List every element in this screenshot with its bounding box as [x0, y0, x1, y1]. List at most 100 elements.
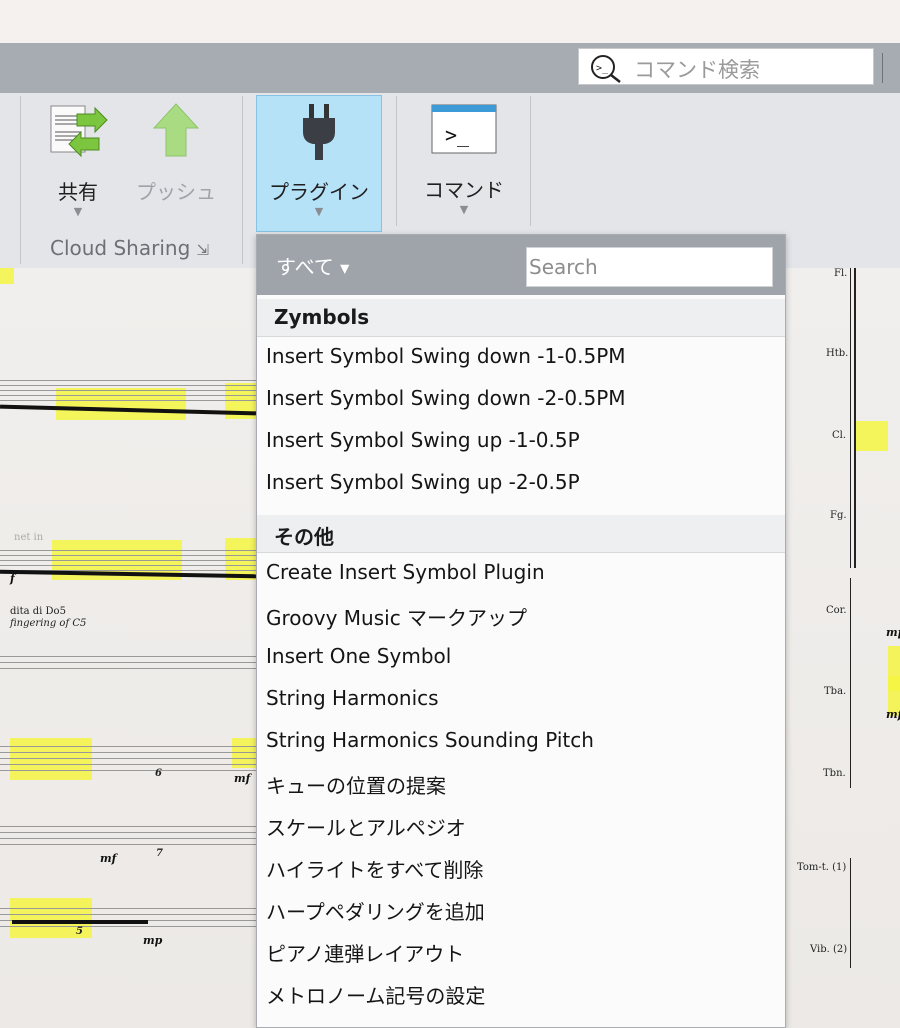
staff-line [0, 764, 256, 765]
staff-line [0, 746, 256, 747]
system-barline [850, 578, 851, 788]
score-highlight [56, 388, 186, 420]
staff-line [0, 926, 256, 927]
note-beam [12, 920, 148, 924]
staff-line [0, 380, 256, 381]
category-filter-label: すべて [276, 255, 334, 279]
section-header-other: その他 [257, 515, 785, 553]
menu-item[interactable]: Create Insert Symbol Plugin [266, 560, 545, 600]
dita-annotation: dita di Do5 [10, 606, 66, 617]
dynamic-mf: mf [234, 772, 251, 785]
section-title: Zymbols [274, 305, 370, 329]
push-button[interactable]: プッシュ [130, 100, 222, 205]
staff-line [0, 385, 256, 386]
menu-item[interactable]: キューの位置の提案 [266, 770, 446, 810]
score-highlight [855, 421, 888, 451]
section-header-zymbols: Zymbols [257, 299, 785, 337]
instrument-label: Cl. [832, 430, 847, 441]
menu-item[interactable]: スケールとアルペジオ [266, 812, 466, 852]
score-highlight [10, 738, 92, 780]
staff-line [0, 560, 256, 561]
staff-line [0, 400, 256, 401]
menu-item[interactable]: Insert Symbol Swing down -1-0.5PM [266, 344, 626, 384]
share-button[interactable]: 共有 ▼ [38, 100, 118, 218]
filter-caret-icon: ▼ [340, 261, 350, 276]
instrument-label: Vib. (2) [810, 944, 848, 955]
staff-line [0, 565, 256, 566]
cloud-sharing-group: Cloud Sharing ⇲ [50, 236, 209, 260]
dynamic-mf: mf [100, 852, 117, 865]
staff-line [0, 758, 256, 759]
plugins-dropdown-caret[interactable]: ▼ [256, 205, 382, 218]
staff-line [0, 390, 256, 391]
cloud-sharing-label: Cloud Sharing [50, 236, 191, 260]
staff-line [0, 832, 256, 833]
menu-item[interactable]: ハイライトをすべて削除 [266, 854, 483, 894]
instrument-label: Tom-t. (1) [797, 862, 847, 873]
push-label: プッシュ [136, 180, 216, 204]
share-dropdown-caret[interactable]: ▼ [38, 205, 118, 218]
tuplet-number: 7 [156, 848, 163, 859]
dynamic-mp: mp [886, 626, 900, 639]
fingering-annotation: fingering of C5 [10, 618, 87, 629]
command-search-box[interactable]: >_ コマンド検索 [578, 48, 874, 85]
section-title: その他 [274, 525, 334, 549]
instrument-label: Tbn. [823, 768, 846, 779]
menu-item[interactable]: String Harmonics Sounding Pitch [266, 728, 594, 768]
command-search-icon: >_ [591, 55, 621, 83]
instrument-label: Htb. [826, 348, 849, 359]
staff-line [0, 908, 256, 909]
commands-dropdown-caret[interactable]: ▼ [412, 203, 516, 216]
commands-label: コマンド [424, 178, 504, 202]
ribbon-divider [530, 96, 531, 226]
plugins-dropdown-menu: すべて ▼ Zymbols Insert Symbol Swing down -… [256, 234, 786, 1028]
plugins-button-content[interactable]: プラグイン ▼ [256, 102, 382, 218]
tuplet-number: 6 [155, 768, 162, 779]
staff-line [0, 752, 256, 753]
menu-item[interactable]: Insert Symbol Swing up -1-0.5P [266, 428, 580, 468]
dynamic-mp: mp [143, 934, 163, 947]
menu-item[interactable]: Groovy Music マークアップ [266, 602, 527, 642]
plugin-search-input[interactable] [526, 247, 773, 287]
instrument-label: Cor. [826, 605, 847, 616]
menu-item[interactable]: メトロノーム記号の設定 [266, 980, 485, 1020]
staff-line [0, 844, 256, 845]
staff-line [0, 395, 256, 396]
push-arrow-icon [152, 103, 200, 157]
menu-item[interactable]: ハープペダリングを追加 [266, 896, 485, 936]
svg-text:>_: >_ [596, 63, 609, 74]
ribbon-divider [20, 96, 21, 264]
category-filter-dropdown[interactable]: すべて ▼ [276, 251, 349, 280]
menu-item[interactable]: String Harmonics [266, 686, 439, 726]
staff-line [0, 838, 256, 839]
command-bar-divider [882, 53, 883, 83]
menu-item[interactable]: ピアノ連弾レイアウト [266, 938, 464, 978]
staff-line [0, 668, 256, 669]
plugins-label: プラグイン [269, 180, 369, 204]
ribbon-divider [242, 96, 243, 264]
commands-button[interactable]: >_ コマンド ▼ [412, 104, 516, 216]
instrument-label: Fl. [834, 268, 848, 279]
faded-annotation: net in [14, 532, 44, 543]
instrument-label: Tba. [824, 686, 847, 697]
instrument-label: Fg. [830, 510, 847, 521]
group-expand-icon[interactable]: ⇲ [197, 241, 210, 259]
dynamic-mf: mf [886, 708, 900, 721]
command-search-placeholder: コマンド検索 [634, 58, 760, 82]
staff-line [0, 770, 256, 771]
terminal-icon: >_ [431, 104, 497, 154]
menu-item[interactable]: Insert One Symbol [266, 644, 451, 684]
menu-item[interactable]: Insert Symbol Swing up -2-0.5P [266, 470, 580, 510]
system-barline [850, 268, 851, 568]
staff-line [0, 550, 256, 551]
staff-line [0, 555, 256, 556]
plugins-menu-header: すべて ▼ [257, 235, 785, 295]
svg-text:>_: >_ [445, 123, 470, 147]
share-label: 共有 [58, 180, 98, 204]
menu-item[interactable]: Insert Symbol Swing down -2-0.5PM [266, 386, 626, 426]
share-score-icon [50, 105, 108, 158]
staff-line [0, 914, 256, 915]
tuplet-number: 5 [76, 926, 83, 937]
ribbon-divider [396, 96, 397, 226]
title-bar [0, 0, 900, 43]
